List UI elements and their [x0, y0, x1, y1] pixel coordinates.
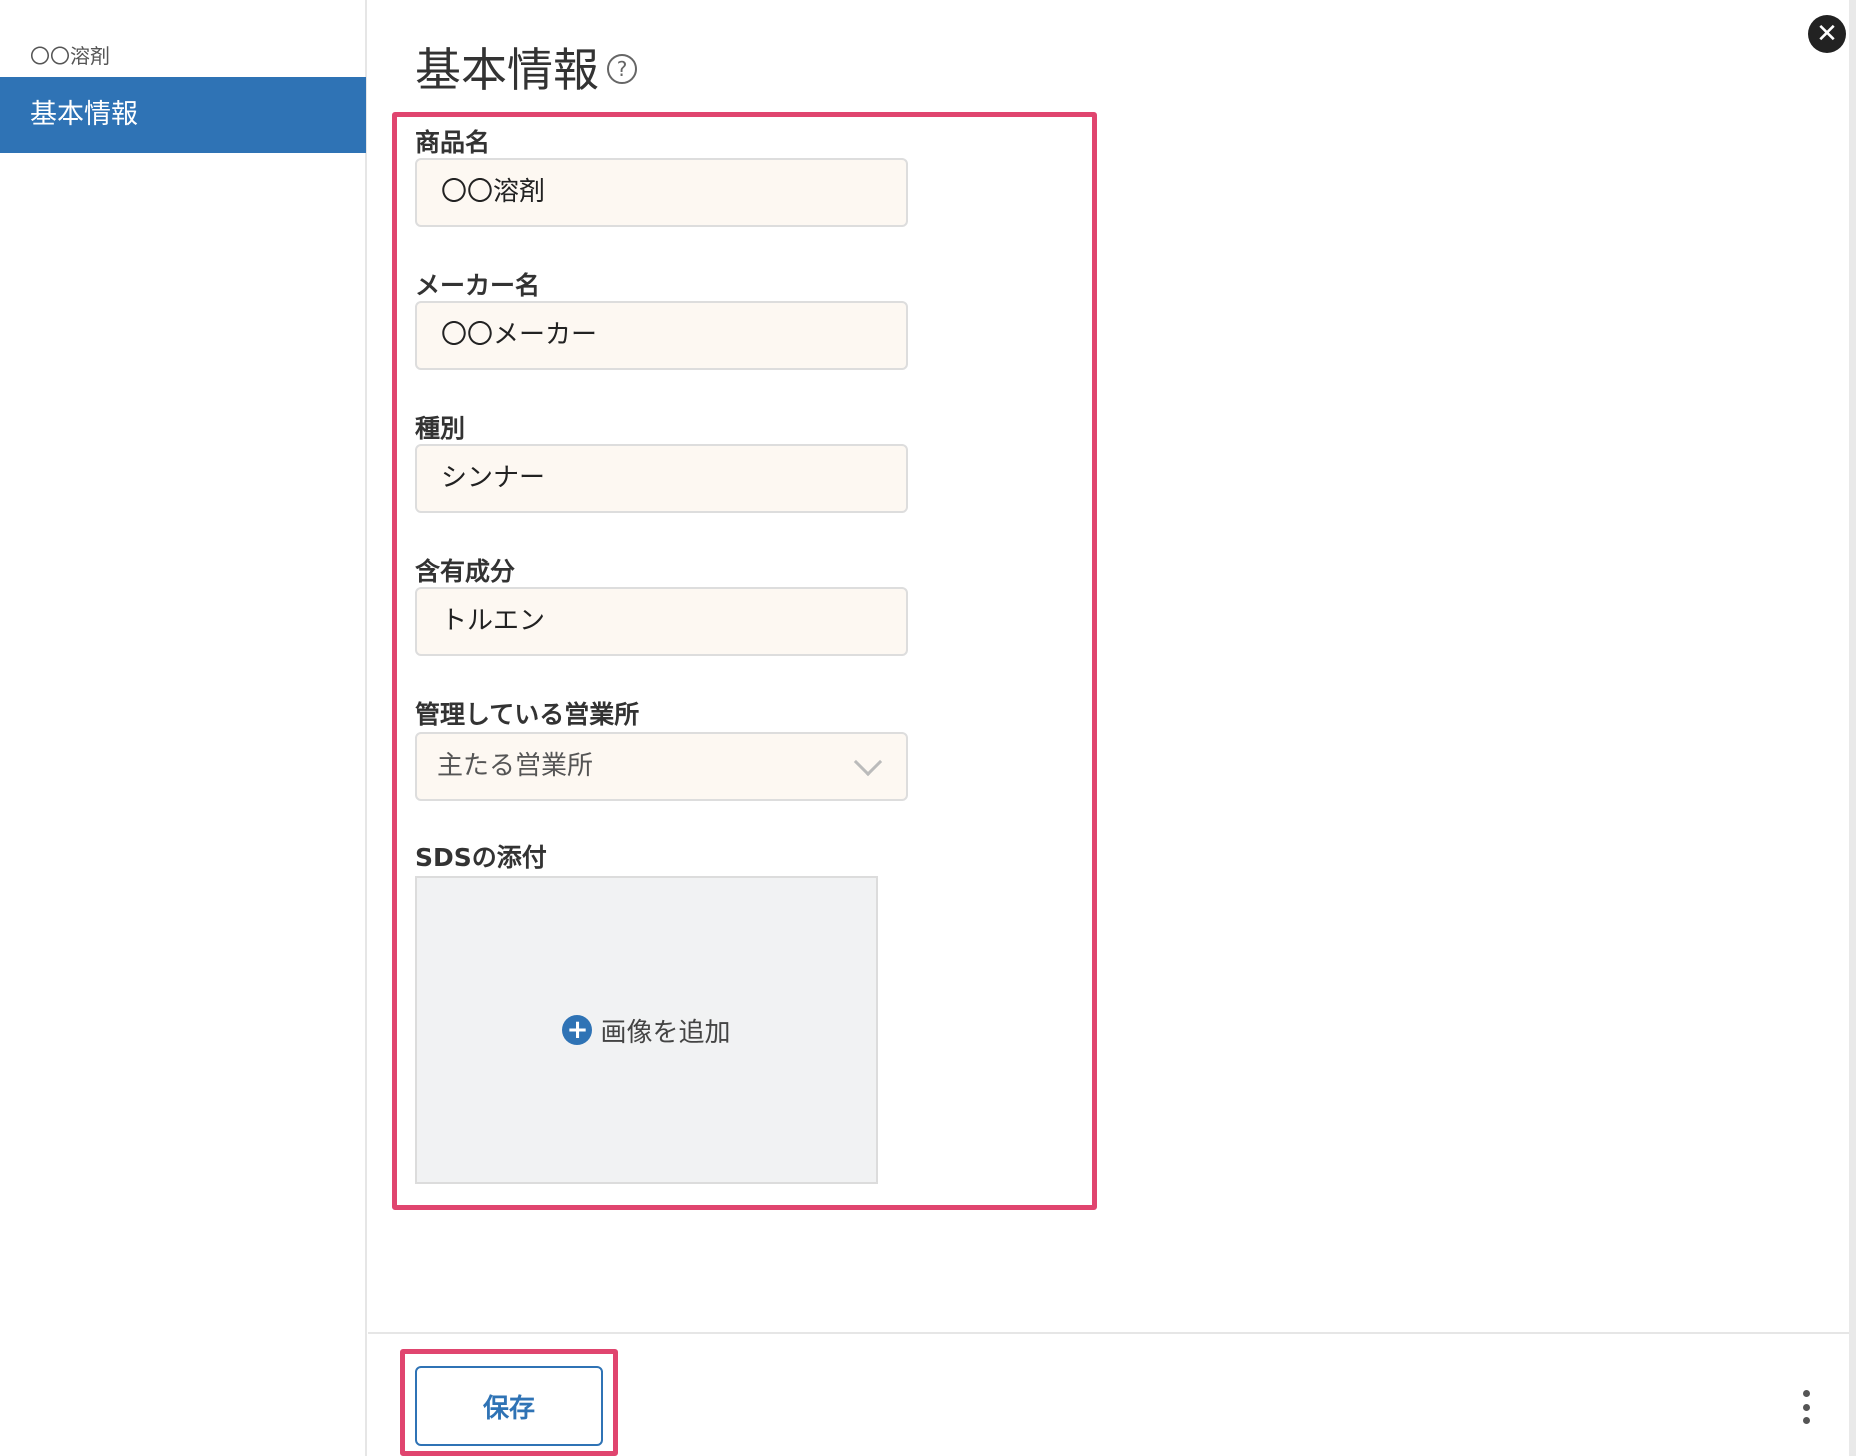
office-select-value: 主たる営業所 [437, 751, 594, 781]
help-circle-icon[interactable]: ? [607, 54, 637, 84]
footer-divider [368, 1332, 1849, 1334]
product-name-label: 商品名 [415, 128, 491, 157]
office-select[interactable]: 主たる営業所 [415, 732, 908, 801]
maker-name-label: メーカー名 [415, 271, 541, 300]
add-image-label: 画像を追加 [600, 1017, 731, 1048]
office-label: 管理している営業所 [415, 700, 640, 729]
ingredients-input[interactable]: トルエン [415, 587, 908, 656]
ingredients-label: 含有成分 [415, 557, 516, 586]
close-icon: ✕ [1816, 19, 1838, 49]
plus-circle-icon: + [562, 1015, 593, 1045]
sds-label: SDSの添付 [415, 843, 547, 872]
type-input[interactable]: シンナー [415, 444, 908, 513]
save-button[interactable]: 保存 [415, 1366, 603, 1446]
more-vertical-icon-dot-3 [1802, 1417, 1810, 1424]
more-vertical-icon-dot-2 [1802, 1403, 1810, 1411]
chevron-down-icon [853, 747, 883, 777]
sidebar: 〇〇溶剤 基本情報 [0, 0, 367, 1456]
sidebar-subtitle: 〇〇溶剤 [30, 44, 110, 68]
more-vertical-icon-dot-1 [1802, 1390, 1810, 1397]
maker-name-input[interactable]: 〇〇メーカー [415, 301, 908, 370]
page-title-text: 基本情報 [415, 43, 599, 97]
type-label: 種別 [415, 414, 466, 443]
page-title: 基本情報 ? [415, 34, 637, 100]
sidebar-item-basic-info[interactable]: 基本情報 [0, 77, 366, 153]
more-menu-button[interactable] [1800, 1390, 1812, 1424]
scrollbar-track [1849, 0, 1856, 1456]
sds-upload-area[interactable]: + 画像を追加 [415, 876, 878, 1184]
close-button[interactable]: ✕ [1808, 15, 1846, 53]
product-name-input[interactable]: 〇〇溶剤 [415, 158, 908, 227]
